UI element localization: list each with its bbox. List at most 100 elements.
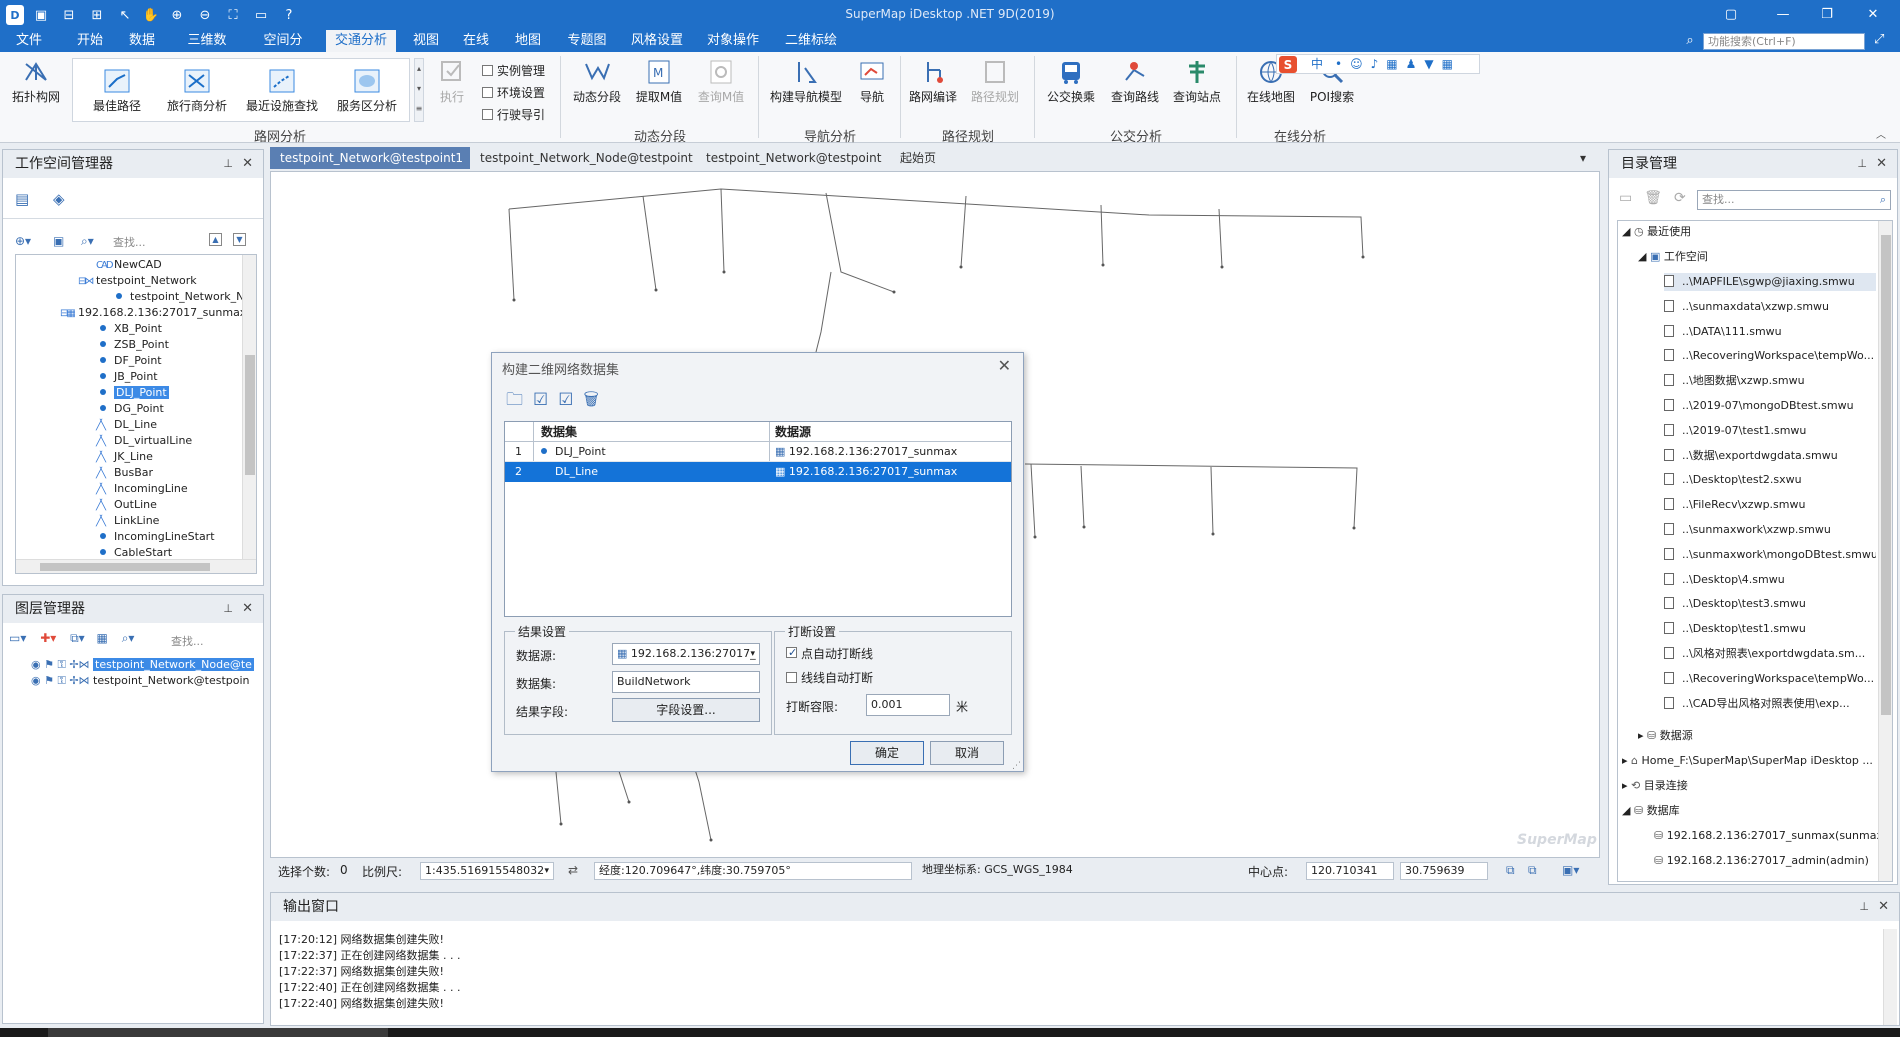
dataset-name-input[interactable]: BuildNetwork — [612, 671, 760, 693]
recent-file-item[interactable]: ..\Desktop\test1.smwu — [1664, 620, 1876, 638]
swap-icon[interactable]: ⇄ — [568, 863, 578, 877]
recent-file-item[interactable]: ..\风格对照表\exportdwgdata.sm... — [1664, 645, 1876, 663]
pin-icon[interactable]: ⊥ — [1857, 150, 1867, 178]
minimize-button[interactable]: — — [1768, 4, 1798, 26]
tree-horizontal-scrollbar[interactable] — [16, 559, 256, 573]
extract-m-button[interactable]: M 提取M值 — [630, 58, 688, 105]
tree-item[interactable]: testpoint_Network_N — [116, 289, 244, 305]
navigation-button[interactable]: 导航 — [852, 58, 892, 105]
workspace-view-icon[interactable]: ▤ — [15, 190, 29, 208]
recent-file-item[interactable]: ..\RecoveringWorkspace\tempWo... — [1664, 347, 1876, 365]
query-station-button[interactable]: 查询站点 — [1168, 58, 1226, 105]
panel-close-icon[interactable]: ✕ — [1876, 150, 1887, 178]
tab-network-testpoint[interactable]: testpoint_Network@testpoint — [696, 147, 886, 169]
scroll-thumb[interactable] — [245, 355, 255, 475]
tree-item[interactable]: ⊟⋈ testpoint_Network — [78, 273, 197, 289]
new-folder-icon[interactable]: ▭ — [1619, 190, 1644, 206]
center-x-input[interactable]: 120.710341 — [1306, 862, 1394, 880]
maximize-button[interactable]: ❐ — [1812, 4, 1842, 26]
menu-file[interactable]: 文件 — [10, 30, 48, 52]
ime-toolbar[interactable]: S 中 •☺♪▦♟▼▦ — [1276, 54, 1480, 74]
add-layer-icon[interactable]: ▭▾ — [9, 631, 26, 645]
recent-file-item[interactable]: ..\sunmaxwork\xzwp.smwu — [1664, 521, 1876, 539]
menu-2d-plotting[interactable]: 二维标绘 — [778, 30, 844, 52]
build-nav-model-button[interactable]: 构建导航模型 — [764, 58, 848, 105]
workspace-search-input[interactable]: 查找... — [113, 234, 146, 250]
add-data-icon[interactable]: ✚▾ — [40, 631, 56, 645]
resource-view-icon[interactable]: ◈ — [53, 190, 65, 208]
closest-facility-button[interactable]: 最近设施查找 — [239, 67, 325, 114]
path-plan-button[interactable]: 路径规划 — [966, 58, 1024, 105]
tab-network-testpoint1[interactable]: testpoint_Network@testpoint1✕ — [270, 147, 470, 187]
scroll-down-icon[interactable]: ▼ — [233, 233, 246, 246]
catalog-database[interactable]: ◢ ⛁ 数据库 — [1622, 802, 1680, 820]
catalog-workspace[interactable]: ◢ ▣ 工作空间 — [1638, 248, 1708, 266]
catalog-dir-connection[interactable]: ▸ ⟲ 目录连接 — [1622, 777, 1688, 795]
recent-file-item[interactable]: ..\数据\exportdwgdata.smwu — [1664, 447, 1876, 465]
tab-network-node[interactable]: testpoint_Network_Node@testpoint — [470, 147, 693, 169]
query-m-button[interactable]: 查询M值 — [692, 58, 750, 105]
env-settings-checkbox[interactable]: 环境设置 — [482, 82, 545, 104]
delete-icon[interactable]: 🗑 — [1644, 190, 1674, 206]
layer-item[interactable]: ◉ ⚑ ⚿ ✢⋈ testpoint_Network_Node@te — [31, 657, 265, 673]
recent-file-item[interactable]: ..\CAD导出风格对照表使用\exp... — [1664, 695, 1876, 713]
tree-item[interactable]: ╱╲ JK_Line — [96, 449, 153, 465]
tree-item[interactable]: IncomingLineStart — [100, 529, 215, 545]
auto-break-line-checkbox[interactable]: 线线自动打断 — [786, 669, 873, 686]
instance-manage-checkbox[interactable]: 实例管理 — [482, 60, 545, 82]
tree-item[interactable]: ╱╲ IncomingLine — [96, 481, 188, 497]
tree-item[interactable]: CAD NewCAD — [96, 257, 162, 273]
recent-file-item[interactable]: ..\Desktop\4.smwu — [1664, 571, 1876, 589]
layer-item[interactable]: ◉ ⚑ ⚿ ✢⋈ testpoint_Network@testpoin — [31, 673, 265, 689]
menu-traffic-analysis[interactable]: 交通分析 — [326, 30, 396, 52]
recent-file-item[interactable]: ..\DATA\111.smwu — [1664, 323, 1876, 341]
invert-select-icon[interactable]: ☑ — [558, 390, 583, 410]
lock-scale-icon[interactable]: ▣▾ — [1562, 863, 1579, 877]
recent-file-item[interactable]: ..\2019-07\test1.smwu — [1664, 422, 1876, 440]
field-settings-button[interactable]: 字段设置... — [612, 698, 760, 722]
scroll-thumb[interactable] — [40, 563, 210, 571]
close-button[interactable]: ✕ — [1858, 4, 1888, 26]
recent-file-item[interactable]: ..\地图数据\xzwp.smwu — [1664, 372, 1876, 390]
resize-grip-icon[interactable]: ⋰ — [1012, 761, 1021, 771]
tsp-analysis-button[interactable]: 旅行商分析 — [159, 67, 235, 114]
tree-item[interactable]: DG_Point — [100, 401, 164, 417]
bus-transfer-button[interactable]: 公交换乘 — [1040, 58, 1102, 105]
menu-object-ops[interactable]: 对象操作 — [700, 30, 766, 52]
menu-data[interactable]: 数据 — [122, 30, 162, 52]
recent-file-item[interactable]: ..\Desktop\test3.smwu — [1664, 595, 1876, 613]
refresh-icon[interactable]: ⟳ — [1674, 190, 1698, 206]
delete-row-icon[interactable]: 🗑 — [584, 390, 609, 410]
catalog-db-item[interactable]: ⛁ 192.168.2.136:27017_sunmax(sunmax) — [1654, 827, 1887, 845]
menu-start[interactable]: 开始 — [70, 30, 110, 52]
tree-item-selected[interactable]: DLJ_Point — [100, 385, 169, 401]
service-area-button[interactable]: 服务区分析 — [329, 67, 405, 114]
open-datasource-icon[interactable]: ⊕▾ — [15, 234, 31, 248]
layer-search-input[interactable]: 查找... — [171, 633, 204, 649]
panel-close-icon[interactable]: ✕ — [242, 595, 253, 623]
tree-item[interactable]: ╱╲ LinkLine — [96, 513, 159, 529]
paste-icon[interactable]: ⧉ — [1528, 863, 1537, 878]
scale-input[interactable]: 1:435.516915548032 ▾ — [420, 862, 554, 880]
add-dataset-icon[interactable]: 🗀 — [506, 390, 533, 410]
recent-file-item[interactable]: ..\sunmaxdata\xzwp.smwu — [1664, 298, 1876, 316]
menu-style[interactable]: 风格设置 — [624, 30, 690, 52]
layer-style-icon[interactable]: ▦ — [97, 631, 108, 645]
table-row-selected[interactable]: 2 DL_Line ▦ 192.168.2.136:27017_sunmax — [505, 462, 1011, 482]
menu-map[interactable]: 地图 — [508, 30, 548, 52]
menu-thematic[interactable]: 专题图 — [560, 30, 614, 52]
recent-file-item[interactable]: ..\2019-07\mongoDBtest.smwu — [1664, 397, 1876, 415]
pin-icon[interactable]: ⊥ — [223, 595, 233, 623]
select-all-icon[interactable]: ☑ — [533, 390, 558, 410]
network-compile-button[interactable]: 路网编译 — [904, 58, 962, 105]
tree-item[interactable]: ╱╲ BusBar — [96, 465, 153, 481]
collapse-ribbon-icon[interactable]: ︿ — [1876, 126, 1886, 141]
recent-file-item[interactable]: ..\RecoveringWorkspace\tempWo... — [1664, 670, 1876, 688]
output-log[interactable]: [17:20:12] 网络数据集创建失败! [17:22:37] 正在创建网络数… — [271, 929, 1899, 1025]
center-y-input[interactable]: 30.759639 — [1400, 862, 1488, 880]
dynamic-segment-button[interactable]: 动态分段 — [568, 58, 626, 105]
recent-file-item[interactable]: ..\sunmaxwork\mongoDBtest.smwu — [1664, 546, 1876, 564]
tree-vertical-scrollbar[interactable] — [242, 255, 256, 559]
scroll-up-icon[interactable]: ▲ — [209, 233, 222, 246]
scroll-thumb[interactable] — [1881, 235, 1891, 715]
